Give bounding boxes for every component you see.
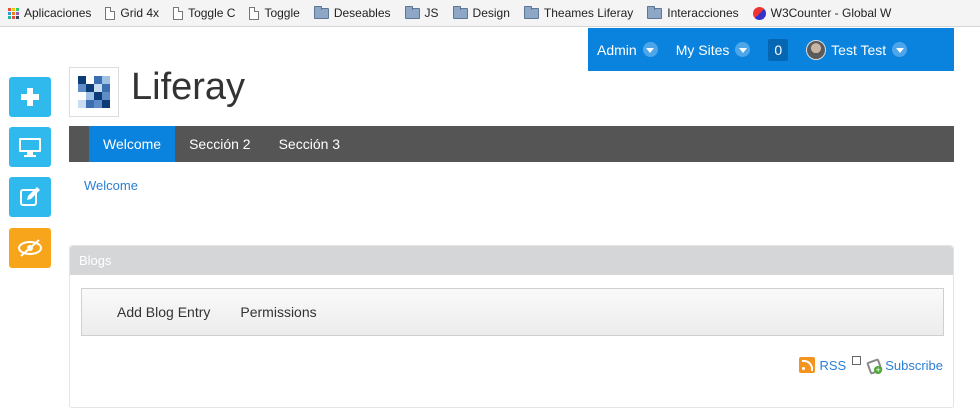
nav-item-seccion-3[interactable]: Sección 3 bbox=[265, 126, 354, 162]
folder-icon bbox=[313, 5, 329, 19]
my-sites-label: My Sites bbox=[675, 41, 730, 58]
toggle-controls-button[interactable] bbox=[9, 228, 51, 268]
folder-icon bbox=[404, 5, 420, 19]
preview-button[interactable] bbox=[9, 127, 51, 167]
my-sites-menu[interactable]: My Sites bbox=[667, 28, 760, 71]
subscribe-icon bbox=[867, 358, 883, 374]
bookmark-deseables[interactable]: Deseables bbox=[313, 5, 391, 20]
rss-icon bbox=[799, 357, 816, 373]
apps-grid-icon bbox=[8, 7, 19, 19]
add-button[interactable] bbox=[9, 77, 51, 117]
bookmark-aplicaciones[interactable]: Aplicaciones bbox=[8, 6, 91, 20]
dockbar: Admin My Sites 0 Test Test bbox=[588, 28, 954, 71]
folder-icon bbox=[452, 5, 468, 19]
bookmark-label: Interacciones bbox=[667, 6, 739, 20]
bookmark-toggle-c[interactable]: Toggle C bbox=[173, 6, 235, 20]
bookmark-js[interactable]: JS bbox=[404, 5, 439, 20]
user-name: Test Test bbox=[831, 41, 887, 58]
nav-item-seccion-2[interactable]: Sección 2 bbox=[175, 126, 264, 162]
bookmark-label: Design bbox=[472, 6, 510, 20]
bookmark-w3counter[interactable]: W3Counter - Global W bbox=[752, 6, 892, 20]
page-icon bbox=[173, 6, 184, 20]
chevron-down-icon bbox=[892, 42, 908, 57]
plus-icon bbox=[21, 88, 39, 106]
user-menu[interactable]: Test Test bbox=[797, 28, 916, 71]
bookmark-label: Theames Liferay bbox=[543, 6, 634, 20]
site-logo[interactable] bbox=[69, 67, 119, 117]
chevron-down-icon bbox=[735, 42, 751, 57]
monitor-icon bbox=[19, 138, 41, 157]
add-blog-entry-button[interactable]: Add Blog Entry bbox=[117, 304, 210, 320]
bookmark-label: Aplicaciones bbox=[24, 6, 92, 20]
bookmark-label: W3Counter - Global W bbox=[770, 6, 892, 20]
page-icon bbox=[105, 6, 116, 20]
avatar bbox=[806, 39, 827, 60]
edit-controls-button[interactable] bbox=[9, 177, 51, 217]
main-navigation: Welcome Sección 2 Sección 3 bbox=[69, 126, 954, 162]
notifications-button[interactable]: 0 bbox=[759, 28, 797, 71]
chevron-down-icon bbox=[642, 42, 658, 57]
bookmarks-bar: Aplicaciones Grid 4x Toggle C Toggle Des… bbox=[0, 0, 980, 27]
portlet-title: Blogs bbox=[70, 246, 953, 275]
external-link-icon bbox=[852, 355, 862, 365]
eye-slash-icon bbox=[18, 239, 42, 257]
bookmark-interacciones[interactable]: Interacciones bbox=[647, 5, 739, 20]
nav-item-welcome[interactable]: Welcome bbox=[89, 126, 176, 162]
page-icon bbox=[249, 6, 260, 20]
breadcrumb[interactable]: Welcome bbox=[84, 178, 138, 193]
notification-count: 0 bbox=[768, 38, 789, 61]
site-title[interactable]: Liferay bbox=[131, 66, 245, 109]
feed-links: RSS Subscribe bbox=[799, 355, 943, 374]
folder-icon bbox=[647, 5, 663, 19]
edit-icon bbox=[20, 187, 40, 206]
subscribe-link[interactable]: Subscribe bbox=[885, 358, 943, 373]
bookmark-label: Deseables bbox=[333, 6, 391, 20]
bookmark-toggle[interactable]: Toggle bbox=[249, 6, 300, 20]
bookmark-grid-4x[interactable]: Grid 4x bbox=[105, 6, 159, 20]
blogs-portlet: Blogs Add Blog Entry Permissions RSS Sub… bbox=[69, 245, 954, 408]
bookmark-design[interactable]: Design bbox=[452, 5, 510, 20]
bookmark-label: JS bbox=[424, 6, 439, 20]
rss-link[interactable]: RSS bbox=[819, 358, 846, 373]
admin-menu[interactable]: Admin bbox=[588, 28, 667, 71]
bookmark-theames-liferay[interactable]: Theames Liferay bbox=[523, 5, 634, 20]
w3counter-icon bbox=[752, 6, 766, 20]
bookmark-label: Grid 4x bbox=[120, 6, 160, 20]
admin-label: Admin bbox=[597, 41, 637, 58]
bookmark-label: Toggle bbox=[264, 6, 300, 20]
bookmark-label: Toggle C bbox=[188, 6, 236, 20]
permissions-button[interactable]: Permissions bbox=[240, 304, 316, 320]
blog-toolbar: Add Blog Entry Permissions bbox=[81, 288, 944, 336]
folder-icon bbox=[523, 5, 539, 19]
liferay-logo-icon bbox=[78, 76, 110, 108]
